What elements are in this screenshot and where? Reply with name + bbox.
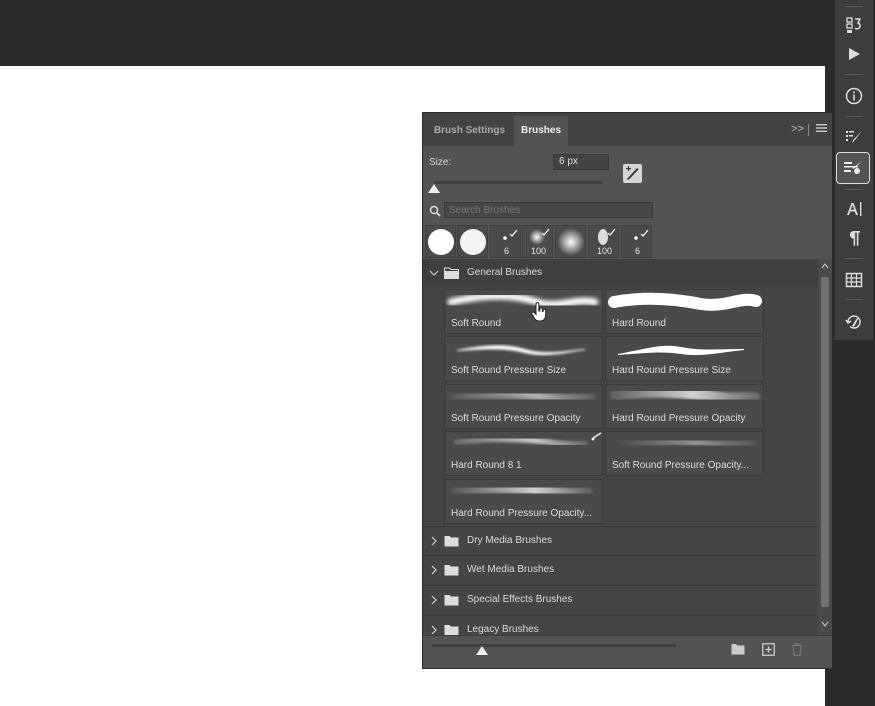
recent-brush-hard-round[interactable] [457, 225, 488, 258]
brush-tile-soft-round-pressure-opacity[interactable]: Soft Round Pressure Opacity [444, 384, 603, 429]
strip-separator [845, 116, 863, 117]
group-name: Special Effects Brushes [467, 594, 573, 605]
group-dry-media-brushes[interactable]: Dry Media Brushes [423, 527, 818, 555]
preview-size-slider-thumb[interactable] [476, 646, 488, 655]
brush-tile-soft-round[interactable]: Soft Round [444, 289, 603, 334]
brush-tile-hard-round[interactable]: Hard Round [605, 289, 764, 334]
panel-menu-icon[interactable] [816, 123, 827, 137]
new-brush-icon[interactable] [762, 643, 775, 656]
folder-icon [444, 625, 459, 635]
recent-brush-size: 6 [634, 246, 640, 256]
brush-name: Hard Round Pressure Opacity... [451, 508, 592, 519]
recent-brush-dot[interactable]: 6 [621, 225, 652, 258]
brush-settings-icon[interactable] [835, 123, 873, 151]
recent-brush-dot[interactable]: 6 [490, 225, 521, 258]
brush-name: Hard Round Pressure Size [612, 365, 731, 376]
trash-icon[interactable] [791, 643, 803, 656]
brush-tile-soft-round-pressure-opacity-2[interactable]: Soft Round Pressure Opacity... [605, 431, 764, 476]
chevron-right-icon[interactable] [429, 595, 439, 605]
brush-name: Soft Round Pressure Size [451, 365, 567, 376]
scrollbar-thumb[interactable] [821, 277, 829, 607]
history-brush-icon[interactable] [835, 308, 873, 336]
create-preset-button[interactable] [623, 164, 642, 183]
recent-brush-size: 100 [530, 246, 547, 256]
strip-separator [845, 299, 863, 300]
chevron-down-icon[interactable] [429, 268, 439, 278]
collapse-panel-button[interactable]: >> [791, 123, 804, 136]
strip-separator [845, 74, 863, 75]
panel-footer [423, 635, 832, 668]
brush-tile-soft-round-pressure-size[interactable]: Soft Round Pressure Size [444, 336, 603, 381]
brushes-panel: Brush Settings Brushes >> Size: 6 px 6 1… [422, 112, 833, 669]
strip-separator [845, 189, 863, 190]
brush-list: General Brushes Soft Round Hard Round So… [423, 259, 818, 635]
brush-tile-hard-round-8-1[interactable]: Hard Round 8 1 [444, 431, 603, 476]
brush-name: Soft Round Pressure Opacity... [612, 460, 750, 471]
chevron-right-icon[interactable] [429, 565, 439, 575]
group-name: Wet Media Brushes [467, 564, 555, 575]
recent-brush-bristle[interactable]: 100 [588, 225, 619, 258]
recent-brush-soft-round[interactable] [555, 225, 586, 258]
brushes-icon[interactable] [836, 152, 870, 184]
strip-separator [845, 258, 863, 259]
search-icon [429, 205, 441, 220]
history-icon[interactable] [835, 11, 873, 39]
tab-divider [808, 124, 809, 136]
paragraph-icon[interactable] [835, 224, 873, 252]
glyphs-icon[interactable] [835, 266, 873, 294]
recent-brush-size: 100 [596, 246, 613, 256]
strip-grip [845, 6, 863, 7]
size-label: Size: [429, 157, 452, 168]
brush-tile-hard-round-pressure-opacity-2[interactable]: Hard Round Pressure Opacity... [444, 479, 603, 524]
size-slider-track[interactable] [434, 181, 602, 184]
new-group-icon[interactable] [731, 643, 745, 655]
group-wet-media-brushes[interactable]: Wet Media Brushes [423, 556, 818, 584]
chevron-right-icon[interactable] [429, 625, 439, 635]
brush-name: Hard Round Pressure Opacity [612, 413, 746, 424]
info-icon[interactable] [835, 82, 873, 110]
group-legacy-brushes[interactable]: Legacy Brushes [423, 616, 818, 635]
hand-cursor-icon [531, 302, 547, 322]
group-special-effects-brushes[interactable]: Special Effects Brushes [423, 586, 818, 614]
recent-brush-hard-round[interactable] [425, 225, 456, 258]
app-top-bar [0, 0, 875, 66]
folder-icon [444, 595, 459, 606]
panel-tab-bar: Brush Settings Brushes >> [423, 113, 832, 146]
folder-open-icon [444, 267, 459, 279]
recent-brush-soft-dot[interactable]: 100 [522, 225, 553, 258]
brush-name: Soft Round Pressure Opacity [451, 413, 581, 424]
size-input[interactable]: 6 px [553, 154, 609, 170]
group-name: General Brushes [467, 267, 543, 278]
group-name: Legacy Brushes [467, 624, 539, 635]
tab-brushes[interactable]: Brushes [514, 116, 568, 146]
folder-icon [444, 565, 459, 576]
play-icon[interactable] [835, 40, 873, 68]
brush-name: Hard Round 8 1 [451, 460, 522, 471]
preview-size-slider-track[interactable] [432, 644, 676, 647]
group-name: Dry Media Brushes [467, 535, 553, 546]
brush-name: Soft Round [451, 318, 502, 329]
group-general-brushes[interactable]: General Brushes [423, 259, 818, 287]
scroll-up-icon[interactable] [821, 263, 829, 271]
tab-brush-settings[interactable]: Brush Settings [425, 116, 514, 146]
scroll-down-icon[interactable] [821, 621, 829, 629]
character-icon[interactable] [835, 195, 873, 223]
brush-tile-hard-round-pressure-opacity[interactable]: Hard Round Pressure Opacity [605, 384, 764, 429]
folder-icon [444, 536, 459, 547]
search-input[interactable] [444, 202, 653, 218]
recent-brush-size: 6 [503, 246, 509, 256]
chevron-right-icon[interactable] [429, 536, 439, 546]
brush-list-scrollbar[interactable] [818, 259, 832, 635]
size-slider-thumb[interactable] [428, 184, 440, 193]
brush-tile-hard-round-pressure-size[interactable]: Hard Round Pressure Size [605, 336, 764, 381]
brush-name: Hard Round [612, 318, 666, 329]
